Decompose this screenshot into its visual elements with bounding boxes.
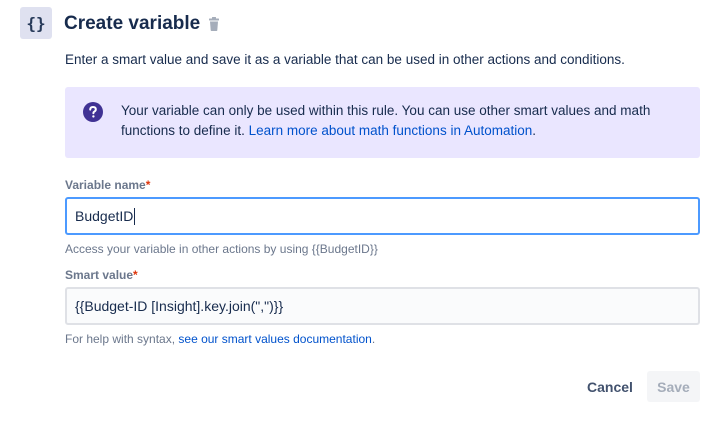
info-panel: Your variable can only be used within th… xyxy=(65,87,700,158)
info-suffix: . xyxy=(532,123,537,138)
smart-value-help-suffix: . xyxy=(371,332,376,346)
smart-value-label-text: Smart value xyxy=(65,268,134,282)
save-button[interactable]: Save xyxy=(647,371,700,402)
page-title: Create variable xyxy=(64,13,201,34)
smart-value-label: Smart value* xyxy=(65,268,138,282)
description: Enter a smart value and save it as a var… xyxy=(65,52,625,67)
smart-value-input[interactable]: {{Budget-ID [Insight].key.join(",")}} xyxy=(65,287,700,325)
smart-value-value: {{Budget-ID [Insight].key.join(",")}} xyxy=(75,298,284,314)
braces-icon: {} xyxy=(20,7,52,39)
variable-name-help: Access your variable in other actions by… xyxy=(65,242,378,256)
smart-value-help-prefix: For help with syntax, xyxy=(65,332,179,346)
required-marker: * xyxy=(145,178,151,192)
trash-icon[interactable] xyxy=(208,17,220,31)
math-functions-link[interactable]: Learn more about math functions in Autom… xyxy=(249,123,533,138)
variable-name-label: Variable name* xyxy=(65,178,150,192)
variable-name-label-text: Variable name xyxy=(65,178,146,192)
required-marker: * xyxy=(133,268,138,282)
question-icon xyxy=(83,102,103,122)
cancel-button[interactable]: Cancel xyxy=(581,371,639,402)
smart-values-docs-link[interactable]: see our smart values documentation xyxy=(178,332,371,346)
text-caret xyxy=(134,207,136,225)
smart-value-help: For help with syntax, see our smart valu… xyxy=(65,332,375,346)
info-text: Your variable can only be used within th… xyxy=(121,101,681,141)
variable-name-input[interactable]: BudgetID xyxy=(65,197,700,235)
variable-name-value: BudgetID xyxy=(75,208,134,224)
